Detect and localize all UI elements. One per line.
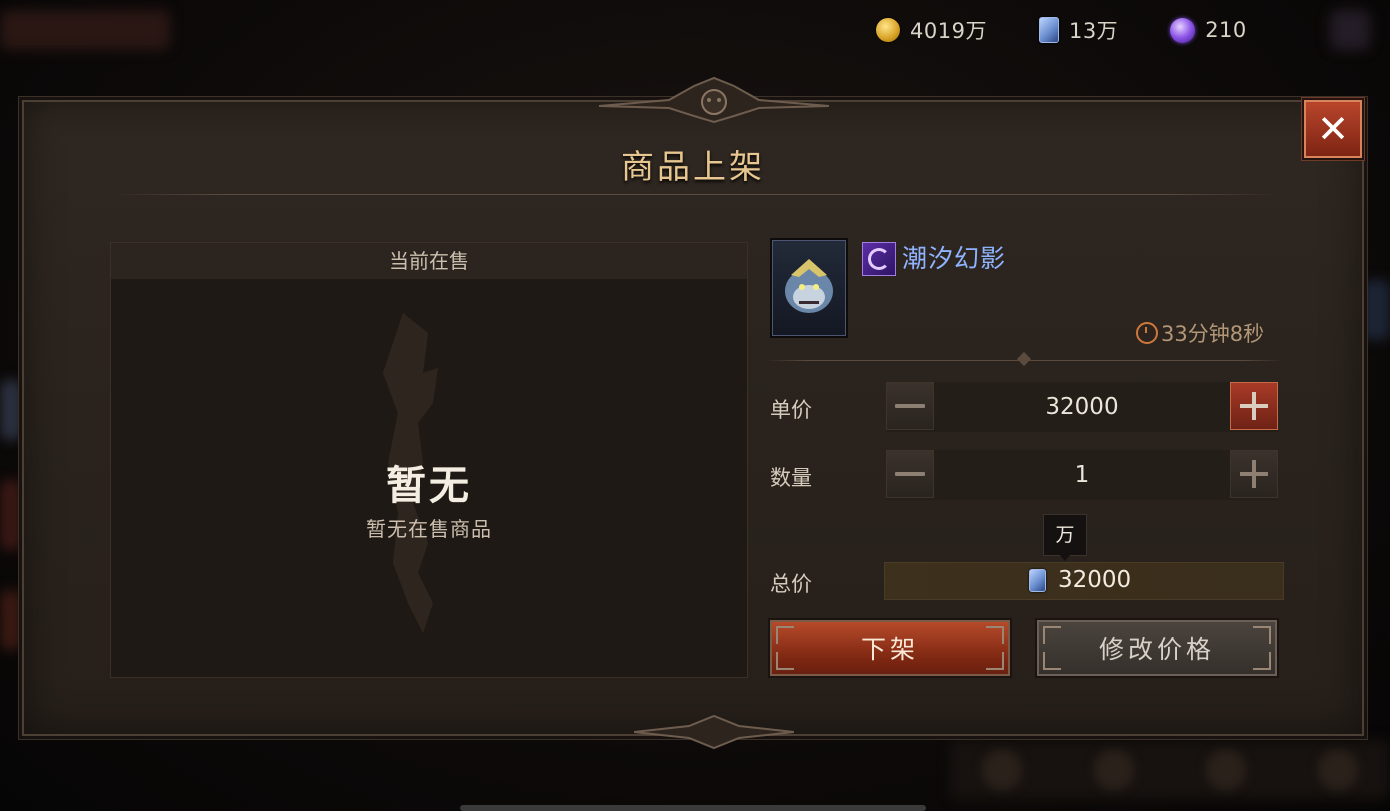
currency-orb-value: 210 [1205, 18, 1247, 42]
currency-gold-value: 4019万 [910, 19, 987, 43]
game-screen: 4019万 13万 210 ✕ 商品上架 当前在售 暂无 暂无在售商品 潮汐幻影… [0, 0, 1390, 811]
current-sale-header: 当前在售 [111, 243, 747, 279]
unit-price-label: 单价 [770, 398, 812, 422]
empty-state-title: 暂无 [386, 463, 472, 509]
minus-icon [895, 404, 925, 408]
quantity-label: 数量 [770, 466, 812, 490]
background-element [1330, 10, 1370, 50]
modify-price-button[interactable]: 修改价格 [1037, 620, 1277, 676]
background-element [0, 10, 170, 50]
background-element [0, 480, 22, 550]
item-portrait[interactable] [772, 240, 846, 336]
background-element [1318, 750, 1358, 790]
item-name: 潮汐幻影 [902, 244, 1007, 273]
unit-price-value[interactable]: 32000 [934, 382, 1230, 432]
purple-swirl-icon [862, 242, 896, 276]
modify-price-button-label: 修改价格 [1098, 635, 1215, 664]
background-element [1362, 280, 1390, 340]
purple-orb-icon [1170, 17, 1196, 43]
timer-value: 33分钟8秒 [1161, 322, 1265, 346]
clock-icon [1136, 322, 1158, 344]
listing-dialog: ✕ 商品上架 当前在售 暂无 暂无在售商品 潮汐幻影 33分钟8秒 单价 320… [22, 76, 1364, 750]
empty-state-subtitle: 暂无在售商品 [366, 517, 492, 541]
currency-orb: 210 [1170, 17, 1247, 43]
background-element [0, 590, 22, 650]
currency-gold: 4019万 [876, 15, 987, 45]
minus-icon [895, 472, 925, 476]
plus-icon [1240, 460, 1268, 488]
delist-button-label: 下架 [860, 635, 919, 664]
delist-button[interactable]: 下架 [770, 620, 1010, 676]
current-sale-panel: 当前在售 暂无 暂无在售商品 [110, 242, 748, 678]
quantity-decrease-button[interactable] [886, 450, 934, 498]
divider [110, 194, 1282, 195]
unit-price-stepper: 32000 [886, 382, 1278, 432]
quantity-increase-button[interactable] [1230, 450, 1278, 498]
creature-portrait-icon [785, 259, 833, 313]
quantity-stepper: 1 [886, 450, 1278, 500]
total-price-value: 32000 [1058, 567, 1132, 593]
currency-bar: 4019万 13万 210 [876, 14, 1299, 46]
background-element [0, 380, 22, 440]
total-price-label: 总价 [770, 572, 812, 596]
background-element [1206, 750, 1246, 790]
quantity-value[interactable]: 1 [934, 450, 1230, 500]
plus-icon [1240, 392, 1268, 420]
ornament-icon [634, 714, 794, 750]
unit-price-decrease-button[interactable] [886, 382, 934, 430]
background-element [982, 750, 1022, 790]
listing-timer: 33分钟8秒 [1136, 318, 1264, 348]
unit-tooltip: 万 [1043, 514, 1087, 561]
currency-card-value: 13万 [1068, 19, 1119, 43]
unit-price-increase-button[interactable] [1230, 382, 1278, 430]
card-currency-icon [1038, 17, 1059, 43]
total-price-box: 32000 [884, 562, 1284, 600]
card-currency-icon [1029, 568, 1046, 592]
gold-coin-icon [876, 18, 900, 42]
home-indicator[interactable] [460, 805, 926, 811]
divider-ornament [1016, 351, 1032, 367]
currency-card: 13万 [1038, 15, 1119, 45]
ornament-icon [599, 76, 829, 124]
dialog-title: 商品上架 [621, 147, 765, 186]
background-element [1094, 750, 1134, 790]
